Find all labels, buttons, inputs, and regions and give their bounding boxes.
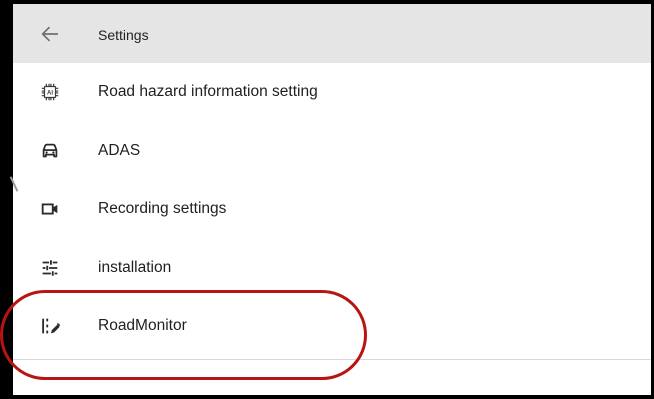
menu-item-label: Recording settings bbox=[98, 200, 227, 218]
video-camera-icon bbox=[41, 203, 58, 215]
menu-item-recording-settings[interactable]: Recording settings bbox=[13, 180, 651, 239]
app-bar: Settings bbox=[13, 4, 651, 63]
menu-item-label: Road hazard information setting bbox=[98, 83, 318, 101]
menu-item-installation[interactable]: installation bbox=[13, 239, 651, 298]
app-window: Settings AI Road hazard information sett… bbox=[0, 0, 654, 399]
svg-text:AI: AI bbox=[47, 91, 53, 97]
car-icon bbox=[42, 143, 58, 158]
road-edit-icon bbox=[42, 318, 61, 334]
menu-item-label: RoadMonitor bbox=[98, 317, 187, 335]
sliders-icon bbox=[42, 259, 58, 276]
list-divider bbox=[13, 359, 651, 360]
menu-item-label: ADAS bbox=[98, 141, 141, 159]
menu-item-road-hazard[interactable]: AI Road hazard information setting bbox=[13, 63, 651, 122]
arrow-left-icon[interactable] bbox=[39, 23, 61, 45]
menu-item-adas[interactable]: ADAS bbox=[13, 122, 651, 181]
page-title: Settings bbox=[98, 27, 149, 43]
settings-list: AI Road hazard information setting ADAS … bbox=[13, 63, 651, 356]
menu-item-label: installation bbox=[98, 258, 172, 276]
menu-item-roadmonitor[interactable]: RoadMonitor bbox=[13, 297, 651, 356]
ai-chip-icon: AI bbox=[41, 84, 59, 101]
